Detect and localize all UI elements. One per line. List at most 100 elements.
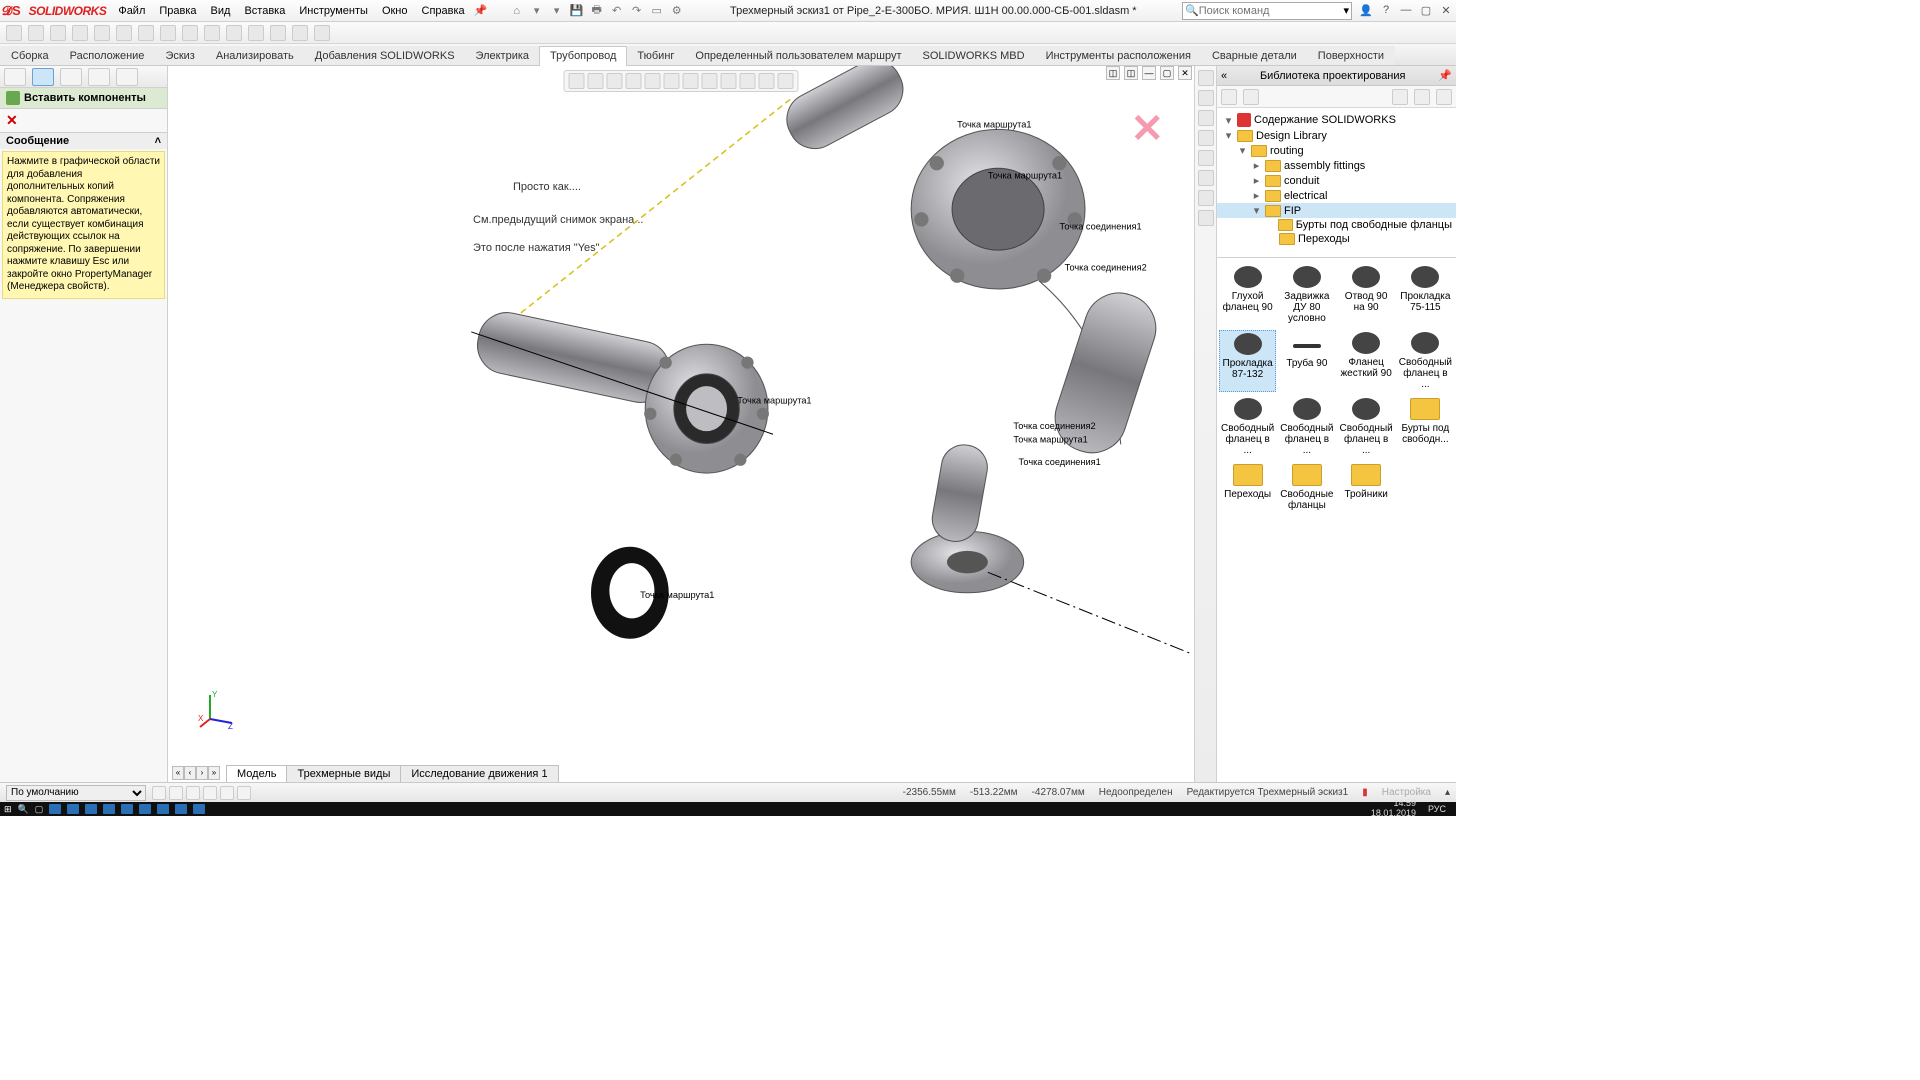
pin-icon[interactable]: 📌 (473, 3, 489, 19)
tab-assembly[interactable]: Сборка (0, 46, 60, 65)
library-item[interactable]: Свободный фланец в ... (1338, 396, 1395, 458)
tab-evaluate[interactable]: Анализировать (205, 46, 305, 65)
library-item[interactable]: Прокладка 75-115 (1397, 264, 1454, 326)
chevron-up-icon[interactable]: ˄ (155, 135, 161, 147)
library-item[interactable]: Свободный фланец в ... (1278, 396, 1335, 458)
home-icon[interactable]: ⌂ (509, 3, 525, 19)
app-icon[interactable] (49, 804, 61, 814)
tool-icon[interactable] (314, 25, 330, 41)
search-icon[interactable]: 🔍 (18, 804, 29, 815)
status-icon[interactable] (169, 786, 183, 800)
taskpane-icon[interactable] (1198, 130, 1214, 146)
fm-tab-dim-icon[interactable] (88, 68, 110, 86)
save-icon[interactable]: 💾 (569, 3, 585, 19)
tool-icon[interactable] (226, 25, 242, 41)
windows-taskbar[interactable]: ⊞ 🔍 ▢ 14:5918.01.2019 РУС (0, 802, 1456, 816)
menu-view[interactable]: Вид (205, 3, 237, 19)
display-state-select[interactable]: По умолчанию (6, 785, 146, 801)
tool-icon[interactable] (292, 25, 308, 41)
taskpane-icon[interactable] (1198, 210, 1214, 226)
library-item[interactable]: Фланец жесткий 90 (1338, 330, 1395, 392)
menu-file[interactable]: Файл (112, 3, 151, 19)
menu-tools[interactable]: Инструменты (293, 3, 374, 19)
graphics-area[interactable]: ◫ ◫ — ▢ ✕ ✕ Просто как.... См.предыдущий… (168, 66, 1194, 782)
taskpane-icon[interactable] (1198, 110, 1214, 126)
refresh-icon[interactable] (1436, 89, 1452, 105)
tab-last-icon[interactable]: » (208, 766, 220, 780)
status-icon[interactable] (186, 786, 200, 800)
tree-row[interactable]: ▸conduit (1217, 173, 1456, 188)
undo-icon[interactable]: ↶ (609, 3, 625, 19)
fm-tab-property-icon[interactable] (32, 68, 54, 86)
command-search-input[interactable] (1199, 5, 1344, 17)
print-icon[interactable]: 🖶 (589, 3, 605, 19)
fm-tab-display-icon[interactable] (116, 68, 138, 86)
tree-row[interactable]: ▾FIP (1217, 203, 1456, 218)
library-item[interactable]: Свободный фланец в ... (1219, 396, 1276, 458)
library-tree[interactable]: ▾Содержание SOLIDWORKS▾Design Library▾ro… (1217, 108, 1456, 258)
tree-row[interactable]: Бурты под свободные фланцы (1217, 218, 1456, 232)
menu-edit[interactable]: Правка (153, 3, 202, 19)
status-icon[interactable] (237, 786, 251, 800)
status-chevron-icon[interactable]: ▴ (1445, 787, 1450, 798)
new-icon[interactable]: ▾ (529, 3, 545, 19)
select-icon[interactable]: ▭ (649, 3, 665, 19)
pm-cancel-button[interactable]: ✕ (6, 112, 18, 128)
menu-help[interactable]: Справка (416, 3, 471, 19)
menu-insert[interactable]: Вставка (238, 3, 291, 19)
tool-icon[interactable] (72, 25, 88, 41)
tree-row[interactable]: Переходы (1217, 232, 1456, 246)
start-icon[interactable]: ⊞ (4, 804, 12, 815)
app-icon[interactable] (85, 804, 97, 814)
tab-tubing[interactable]: Тюбинг (626, 46, 685, 65)
library-item[interactable]: Труба 90 (1278, 330, 1335, 392)
tab-electrical[interactable]: Электрика (465, 46, 541, 65)
orientation-triad[interactable]: Y Z X (198, 689, 238, 732)
search-dropdown-icon[interactable]: ▾ (1343, 4, 1349, 17)
help-icon[interactable]: ? (1378, 4, 1394, 17)
tab-surfaces[interactable]: Поверхности (1307, 46, 1395, 65)
tab-layout[interactable]: Расположение (59, 46, 156, 65)
tool-icon[interactable] (270, 25, 286, 41)
tree-row[interactable]: ▸electrical (1217, 188, 1456, 203)
pm-section-header[interactable]: Сообщение ˄ (0, 133, 167, 149)
tab-motion[interactable]: Исследование движения 1 (400, 765, 558, 782)
tab-sketch[interactable]: Эскиз (154, 46, 205, 65)
taskpane-icon[interactable] (1198, 70, 1214, 86)
tab-3dviews[interactable]: Трехмерные виды (286, 765, 401, 782)
options-icon[interactable]: ⚙ (669, 3, 685, 19)
app-icon[interactable] (121, 804, 133, 814)
tool-icon[interactable] (94, 25, 110, 41)
app-icon[interactable] (175, 804, 187, 814)
taskpane-icon[interactable] (1198, 150, 1214, 166)
library-item[interactable]: Отвод 90 на 90 (1338, 264, 1395, 326)
tab-user-route[interactable]: Определенный пользователем маршрут (684, 46, 912, 65)
library-item[interactable]: Задвижка ДУ 80 условно (1278, 264, 1335, 326)
tab-layout-tools[interactable]: Инструменты расположения (1035, 46, 1202, 65)
fm-tab-config-icon[interactable] (60, 68, 82, 86)
tool-icon[interactable] (182, 25, 198, 41)
close-icon[interactable]: ✕ (1438, 4, 1454, 17)
tool-icon[interactable] (6, 25, 22, 41)
pin-icon[interactable]: 📌 (1438, 69, 1452, 82)
minimize-icon[interactable]: — (1398, 4, 1414, 17)
tab-mbd[interactable]: SOLIDWORKS MBD (911, 46, 1035, 65)
tab-piping[interactable]: Трубопровод (539, 46, 627, 66)
app-icon[interactable] (193, 804, 205, 814)
tab-addins[interactable]: Добавления SOLIDWORKS (304, 46, 466, 65)
menu-window[interactable]: Окно (376, 3, 414, 19)
library-item[interactable]: Прокладка 87-132 (1219, 330, 1276, 392)
tree-row[interactable]: ▾Содержание SOLIDWORKS (1217, 112, 1456, 128)
fwd-icon[interactable] (1243, 89, 1259, 105)
app-icon[interactable] (139, 804, 151, 814)
taskpane-icon[interactable] (1198, 90, 1214, 106)
tab-next-icon[interactable]: › (196, 766, 208, 780)
library-item[interactable]: Свободный фланец в ... (1397, 330, 1454, 392)
library-item[interactable]: Свободные фланцы (1278, 462, 1335, 513)
system-clock[interactable]: 14:5918.01.2019 (1371, 799, 1416, 819)
redo-icon[interactable]: ↷ (629, 3, 645, 19)
tool-icon[interactable] (50, 25, 66, 41)
app-icon[interactable] (157, 804, 169, 814)
status-customize[interactable]: Настройка (1382, 787, 1431, 798)
tool-icon[interactable] (138, 25, 154, 41)
